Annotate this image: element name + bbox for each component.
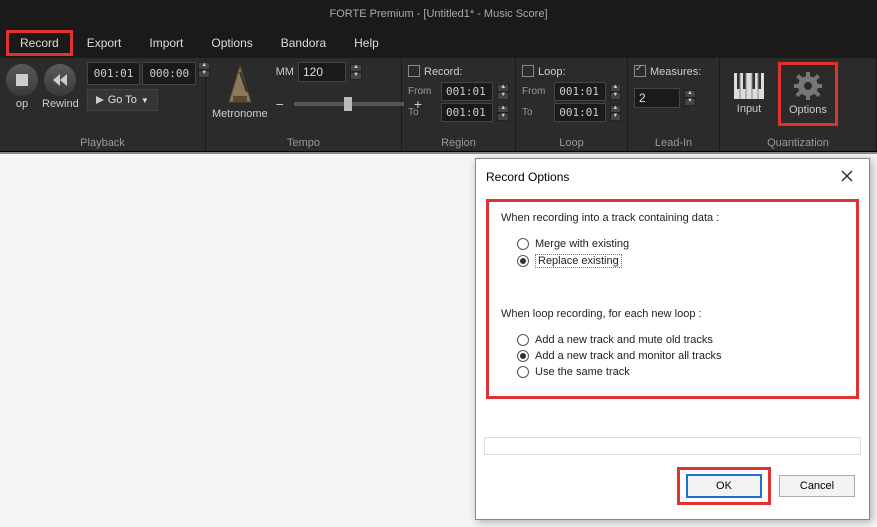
radio-add-mute[interactable] — [517, 334, 529, 346]
time-display-1: 001:01 — [87, 62, 141, 85]
rewind-icon — [53, 74, 67, 86]
play-icon — [96, 96, 104, 104]
loop-from-input[interactable]: 001:01 — [554, 82, 605, 101]
radio-merge-label: Merge with existing — [535, 238, 629, 250]
region-from-spin[interactable]: ▲▼ — [497, 84, 509, 100]
metronome-icon — [225, 64, 255, 104]
metronome-label: Metronome — [212, 108, 268, 120]
tempo-input[interactable] — [298, 62, 346, 82]
loop-to-input[interactable]: 001:01 — [554, 103, 605, 122]
goto-button[interactable]: Go To ▼ — [87, 89, 158, 111]
group-tempo: Metronome MM ▲▼ − + Tempo — [206, 58, 402, 151]
group-quant-label: Quantization — [726, 135, 870, 149]
group2-label: When loop recording, for each new loop : — [501, 308, 844, 320]
tempo-slider[interactable] — [294, 102, 404, 106]
group-leadin: Measures: ▲▼ Lead-In — [628, 58, 720, 151]
menu-help[interactable]: Help — [340, 30, 393, 56]
dialog-title: Record Options — [486, 170, 569, 184]
group1-label: When recording into a track containing d… — [501, 212, 844, 224]
chevron-down-icon: ▼ — [141, 96, 149, 105]
close-button[interactable] — [835, 167, 859, 187]
measures-spin[interactable]: ▲▼ — [684, 90, 696, 106]
dialog-options-group: When recording into a track containing d… — [486, 199, 859, 399]
region-to-label: To — [408, 107, 437, 118]
group-tempo-label: Tempo — [212, 135, 395, 149]
group-leadin-label: Lead-In — [634, 135, 713, 149]
measures-label: Measures: — [650, 66, 701, 78]
ok-button[interactable]: OK — [686, 474, 762, 498]
measures-input[interactable] — [634, 88, 680, 108]
options-label: Options — [789, 104, 827, 116]
group-quantization: Input Options Quantization — [720, 58, 877, 151]
input-label: Input — [737, 103, 761, 115]
group-playback-label: Playback — [6, 135, 199, 149]
radio-replace-label: Replace existing — [535, 254, 622, 268]
cancel-button[interactable]: Cancel — [779, 475, 855, 497]
menu-import[interactable]: Import — [135, 30, 197, 56]
ok-highlight: OK — [677, 467, 771, 505]
group-region-label: Region — [408, 135, 509, 149]
rewind-label: Rewind — [42, 98, 79, 110]
options-button[interactable]: Options — [778, 62, 838, 126]
stop-button[interactable] — [6, 64, 38, 96]
piano-icon — [734, 73, 764, 99]
dialog-separator — [484, 437, 861, 455]
metronome-button[interactable] — [220, 62, 260, 106]
dialog-titlebar: Record Options — [476, 159, 869, 195]
title-bar: FORTE Premium - [Untitled1* - Music Scor… — [0, 0, 877, 28]
app-title: FORTE Premium - [Untitled1* - Music Scor… — [329, 8, 547, 20]
close-icon — [841, 170, 853, 182]
stop-label: op — [16, 98, 28, 110]
time-display-2: 000:00 — [142, 62, 196, 85]
loop-checkbox[interactable] — [522, 65, 534, 77]
radio-same-track-label: Use the same track — [535, 366, 630, 378]
region-from-label: From — [408, 86, 437, 97]
radio-add-mute-label: Add a new track and mute old tracks — [535, 334, 713, 346]
group-loop: Loop: From 001:01 ▲▼ To 001:01 ▲▼ Loop — [516, 58, 628, 151]
record-checkbox-label: Record: — [424, 66, 463, 78]
record-checkbox[interactable] — [408, 65, 420, 77]
record-options-dialog: Record Options When recording into a tra… — [475, 158, 870, 520]
region-to-input[interactable]: 001:01 — [441, 103, 493, 122]
radio-same-track[interactable] — [517, 366, 529, 378]
tempo-minus[interactable]: − — [276, 96, 284, 112]
menu-record[interactable]: Record — [6, 30, 73, 56]
loop-to-label: To — [522, 107, 550, 118]
menu-bandora[interactable]: Bandora — [267, 30, 340, 56]
rewind-button[interactable] — [44, 64, 76, 96]
menu-export[interactable]: Export — [73, 30, 136, 56]
measures-checkbox[interactable] — [634, 65, 646, 77]
radio-merge[interactable] — [517, 238, 529, 250]
menu-bar: Record Export Import Options Bandora Hel… — [0, 28, 877, 58]
loop-checkbox-label: Loop: — [538, 66, 566, 78]
stop-icon — [16, 74, 28, 86]
radio-replace[interactable] — [517, 255, 529, 267]
region-to-spin[interactable]: ▲▼ — [497, 105, 509, 121]
input-button[interactable]: Input — [726, 62, 772, 126]
radio-add-monitor[interactable] — [517, 350, 529, 362]
region-from-input[interactable]: 001:01 — [441, 82, 493, 101]
goto-label: Go To — [108, 94, 137, 106]
loop-from-spin[interactable]: ▲▼ — [610, 84, 621, 100]
loop-from-label: From — [522, 86, 550, 97]
loop-to-spin[interactable]: ▲▼ — [610, 105, 621, 121]
radio-add-monitor-label: Add a new track and monitor all tracks — [535, 350, 721, 362]
group-region: Record: From 001:01 ▲▼ To 001:01 ▲▼ Regi… — [402, 58, 516, 151]
menu-options[interactable]: Options — [197, 30, 266, 56]
group-loop-label: Loop — [522, 135, 621, 149]
group-playback: op Rewind 001:01 000:00 ▲▼ Go To ▼ — [0, 58, 206, 151]
mm-label: MM — [276, 66, 294, 78]
ribbon: op Rewind 001:01 000:00 ▲▼ Go To ▼ — [0, 58, 877, 152]
gear-icon — [794, 72, 822, 100]
tempo-spinner[interactable]: ▲▼ — [350, 64, 362, 80]
